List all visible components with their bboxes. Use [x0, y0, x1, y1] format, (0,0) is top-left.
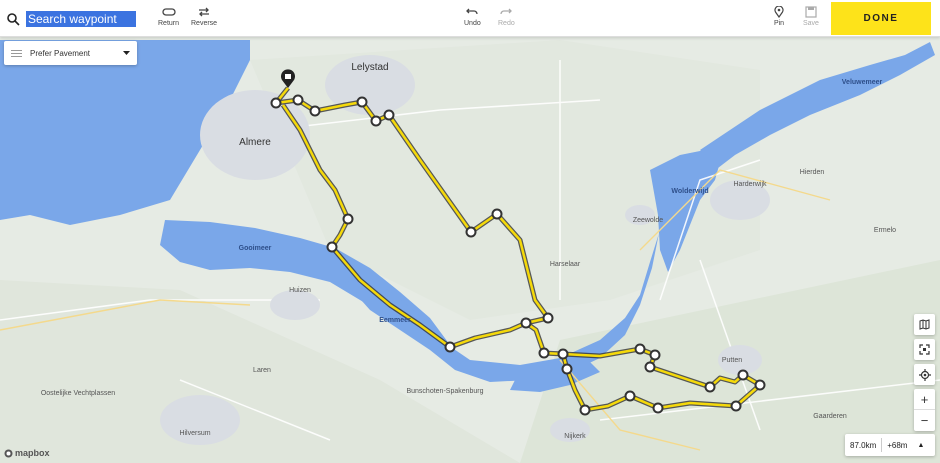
top-toolbar: Return Reverse Undo Redo Pin Save DONE — [0, 0, 940, 37]
route-waypoint[interactable] — [644, 361, 656, 373]
route-waypoint[interactable] — [624, 390, 636, 402]
map-place-label: Hilversum — [179, 430, 210, 437]
zoom-out-button[interactable]: − — [914, 410, 935, 431]
route-waypoint[interactable] — [370, 115, 382, 127]
map-place-label: Oostelijke Vechtplassen — [41, 390, 115, 397]
map-place-label: Putten — [722, 357, 742, 364]
map-place-label: Hierden — [800, 169, 825, 176]
route-waypoint[interactable] — [356, 96, 368, 108]
map-place-label: Harselaar — [550, 261, 581, 268]
expand-frame-icon — [919, 344, 930, 355]
return-label: Return — [158, 20, 180, 27]
route-waypoint[interactable] — [652, 402, 664, 414]
map-place-label: Zeewolde — [633, 217, 663, 224]
reverse-label: Reverse — [191, 20, 218, 27]
caret-up-icon[interactable]: ▲ — [912, 442, 929, 449]
route-waypoint[interactable] — [342, 213, 354, 225]
routing-preference-select[interactable]: Prefer Pavement — [4, 41, 137, 65]
mapbox-icon — [4, 449, 13, 457]
map-canvas[interactable]: Almere Lelystad Gooimeer Eemmeer Wolderwijd Z… — [0, 0, 940, 463]
redo-label: Redo — [498, 20, 515, 27]
route-stats[interactable]: 87.0km +68m ▲ — [845, 434, 935, 456]
reverse-button[interactable]: Reverse — [191, 6, 217, 27]
save-label: Save — [803, 20, 819, 27]
map-place-label: Lelystad — [351, 62, 388, 73]
location-pin-icon — [774, 6, 784, 18]
undo-button[interactable]: Undo — [464, 6, 481, 27]
route-waypoint[interactable] — [561, 363, 573, 375]
map-place-label: Gaarderen — [813, 413, 847, 420]
zoom-in-button[interactable]: + — [914, 389, 935, 410]
route-waypoint[interactable] — [292, 94, 304, 106]
routing-preference-label: Prefer Pavement — [30, 48, 91, 58]
done-button[interactable]: DONE — [831, 2, 931, 35]
route-waypoint[interactable] — [270, 97, 282, 109]
map-layers-button[interactable] — [914, 314, 935, 335]
route-waypoint[interactable] — [649, 349, 661, 361]
map-place-label: Ermelo — [874, 227, 896, 234]
caret-down-icon — [123, 50, 130, 55]
route-waypoint[interactable] — [383, 109, 395, 121]
route-waypoint[interactable] — [520, 317, 532, 329]
pin-label: Pin — [773, 20, 785, 27]
zoom-controls: + − — [914, 389, 935, 431]
search-icon — [7, 13, 20, 26]
route-waypoint[interactable] — [634, 343, 646, 355]
crosshair-icon — [918, 368, 931, 381]
elevation-value: +68m — [887, 440, 908, 450]
floppy-disk-icon — [805, 6, 817, 18]
route-waypoint[interactable] — [326, 241, 338, 253]
route-waypoint[interactable] — [704, 381, 716, 393]
map-place-label: Wolderwijd — [671, 188, 708, 195]
map-place-label: Eemmeer — [379, 317, 411, 324]
return-button[interactable]: Return — [158, 6, 179, 27]
distance-value: 87.0km — [850, 440, 877, 450]
pin-button[interactable]: Pin — [772, 6, 786, 27]
search-box[interactable] — [6, 8, 146, 30]
route-waypoint[interactable] — [542, 312, 554, 324]
save-button[interactable]: Save — [803, 6, 819, 27]
map-place-label: Veluwemeer — [842, 79, 883, 86]
map-place-label: Nijkerk — [564, 433, 586, 440]
loop-icon — [161, 8, 176, 16]
locate-me-button[interactable] — [914, 364, 935, 385]
route-waypoint[interactable] — [444, 341, 456, 353]
route-waypoint[interactable] — [730, 400, 742, 412]
route-waypoint[interactable] — [491, 208, 503, 220]
route-waypoint[interactable] — [538, 347, 550, 359]
map-icon — [919, 319, 930, 330]
fit-route-button[interactable] — [914, 339, 935, 360]
route-waypoint[interactable] — [579, 404, 591, 416]
swap-arrows-icon — [199, 7, 210, 17]
plus-icon: + — [920, 391, 929, 407]
route-waypoint[interactable] — [465, 226, 477, 238]
redo-button[interactable]: Redo — [498, 6, 515, 27]
map-place-label: Almere — [239, 137, 271, 148]
redo-icon — [500, 8, 513, 15]
map-place-label: Harderwijk — [733, 181, 767, 188]
map-place-label: Gooimeer — [239, 245, 272, 252]
route-waypoint[interactable] — [754, 379, 766, 391]
map-place-label: Bunschoten-Spakenburg — [406, 388, 483, 395]
search-input[interactable] — [26, 11, 136, 27]
attribution-text: mapbox — [15, 448, 50, 458]
undo-label: Undo — [464, 20, 481, 27]
route-waypoint[interactable] — [557, 348, 569, 360]
map-place-label: Laren — [253, 367, 271, 374]
route-waypoint[interactable] — [737, 369, 749, 381]
mapbox-logo[interactable]: mapbox — [4, 448, 50, 458]
minus-icon: − — [920, 413, 929, 428]
map-place-label: Huizen — [289, 287, 311, 294]
sliders-icon — [11, 49, 22, 57]
route-waypoint[interactable] — [309, 105, 321, 117]
undo-icon — [466, 8, 479, 15]
